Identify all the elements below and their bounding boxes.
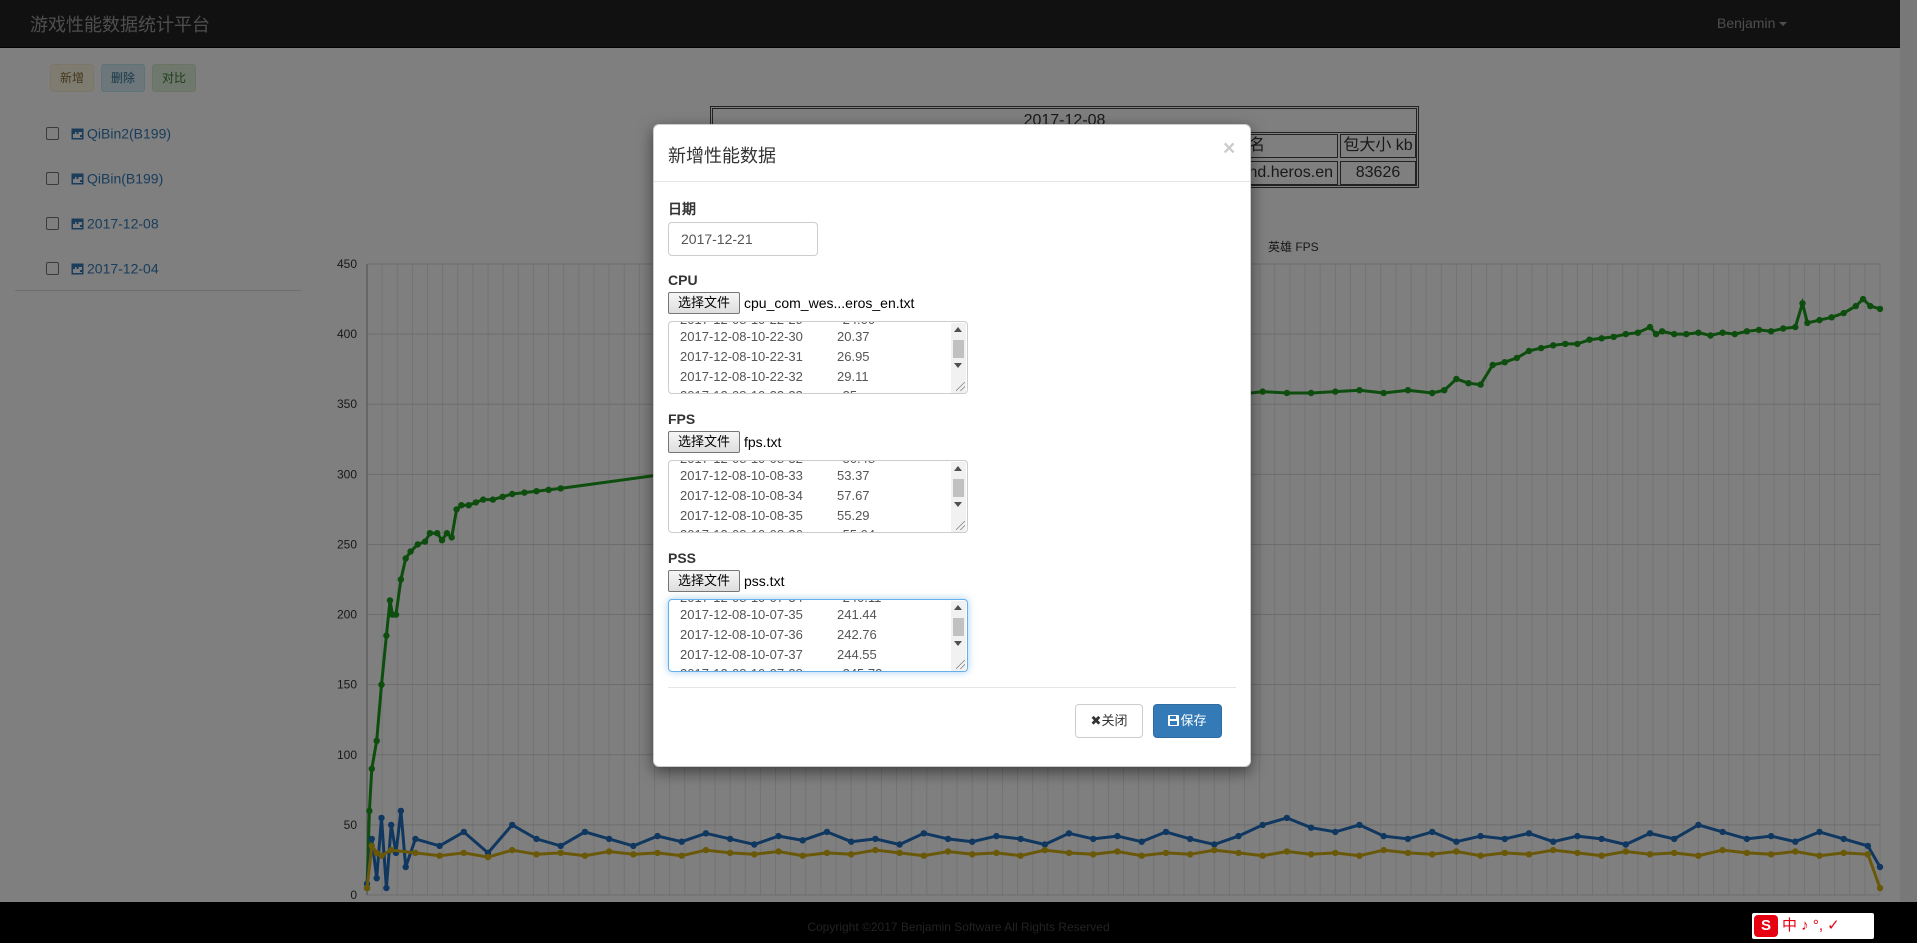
save-button-label: 保存 <box>1180 713 1207 728</box>
data-row: 2017-12-08-10-08-35 55.29 <box>680 506 870 526</box>
data-row: 2017-12-08-10-22-32 29.11 <box>680 367 869 387</box>
scroll-thumb[interactable] <box>953 340 964 358</box>
scroll-thumb[interactable] <box>953 479 964 497</box>
partial-row: 2017-12-08-10-08-36 55.04 <box>680 525 875 532</box>
cpu-choose-file-button[interactable]: 选择文件 <box>668 292 740 314</box>
close-button-label: 关闭 <box>1101 713 1128 728</box>
data-row: 2017-12-08-10-07-35 241.44 <box>680 605 877 625</box>
row-time: 2017-12-08-10-07-35 <box>680 607 803 622</box>
pss-data-textarea[interactable]: 2017-12-08-10-07-34 240.11 2017-12-08-10… <box>668 599 968 672</box>
data-row: 2017-12-08-10-08-34 57.67 <box>680 486 870 506</box>
ime-status: 中 ♪ °, ✓ <box>1782 917 1840 934</box>
data-row: 2017-12-08-10-22-30 20.37 <box>680 327 870 347</box>
fps-data-textarea[interactable]: 2017-12-08-10-08-32 50.48 2017-12-08-10-… <box>668 460 968 533</box>
data-row: 2017-12-08-10-08-33 53.37 <box>680 466 870 486</box>
date-label: 日期 <box>668 201 696 217</box>
row-value: 55.29 <box>837 508 870 523</box>
fps-label: FPS <box>668 411 696 427</box>
row-value: 53.37 <box>837 468 870 483</box>
pss-file-name: pss.txt <box>744 573 785 589</box>
floppy-disk-icon <box>1168 715 1180 726</box>
close-x-icon: ✖ <box>1090 713 1102 728</box>
row-time: 2017-12-08-10-22-31 <box>680 349 803 364</box>
date-input[interactable] <box>668 222 818 256</box>
modal-title: 新增性能数据 <box>668 146 776 166</box>
row-value: 244.55 <box>837 647 877 662</box>
row-time: 2017-12-08-10-22-32 <box>680 369 803 384</box>
data-row: 2017-12-08-10-07-36 242.76 <box>680 625 877 645</box>
cpu-data-textarea[interactable]: 2017-12-08-10-22-29 24.00 2017-12-08-10-… <box>668 321 968 394</box>
scroll-down-icon[interactable] <box>954 641 962 646</box>
close-icon[interactable]: × <box>1223 137 1235 161</box>
close-button[interactable]: ✖关闭 <box>1075 704 1143 738</box>
ime-logo: S <box>1754 915 1778 937</box>
scroll-up-icon[interactable] <box>954 327 962 332</box>
row-time: 2017-12-08-10-07-37 <box>680 647 803 662</box>
scroll-down-icon[interactable] <box>954 363 962 368</box>
partial-row: 2017-12-08-10-22-33 35 <box>680 386 857 393</box>
data-row: 2017-12-08-10-07-37 244.55 <box>680 645 877 665</box>
resize-handle-icon[interactable] <box>956 382 965 391</box>
row-time: 2017-12-08-10-22-30 <box>680 329 803 344</box>
data-row: 2017-12-08-10-22-31 26.95 <box>680 347 870 367</box>
row-time: 2017-12-08-10-07-36 <box>680 627 803 642</box>
row-value: 20.37 <box>837 329 870 344</box>
fps-file-name: fps.txt <box>744 434 782 450</box>
resize-handle-icon[interactable] <box>956 521 965 530</box>
row-value: 26.95 <box>837 349 870 364</box>
row-time: 2017-12-08-10-08-33 <box>680 468 803 483</box>
row-value: 29.11 <box>837 369 869 384</box>
partial-row: 2017-12-08-10-07-38 245.72 <box>680 664 882 671</box>
scroll-up-icon[interactable] <box>954 605 962 610</box>
add-data-modal: 新增性能数据 × 日期 CPU 选择文件 cpu_com_wes...eros_… <box>653 124 1251 767</box>
modal-header: 新增性能数据 × <box>654 125 1250 182</box>
scroll-up-icon[interactable] <box>954 466 962 471</box>
scroll-down-icon[interactable] <box>954 502 962 507</box>
row-value: 57.67 <box>837 488 870 503</box>
scroll-thumb[interactable] <box>953 618 964 636</box>
ime-toolbar[interactable]: S中 ♪ °, ✓ <box>1752 913 1874 939</box>
save-button[interactable]: 保存 <box>1153 704 1222 738</box>
row-time: 2017-12-08-10-08-34 <box>680 488 803 503</box>
resize-handle-icon[interactable] <box>956 660 965 669</box>
modal-footer <box>668 687 1236 767</box>
row-time: 2017-12-08-10-08-35 <box>680 508 803 523</box>
row-value: 241.44 <box>837 607 877 622</box>
cpu-label: CPU <box>668 272 698 288</box>
pss-choose-file-button[interactable]: 选择文件 <box>668 570 740 592</box>
pss-label: PSS <box>668 550 697 566</box>
row-value: 242.76 <box>837 627 877 642</box>
cpu-file-name: cpu_com_wes...eros_en.txt <box>744 295 915 311</box>
fps-choose-file-button[interactable]: 选择文件 <box>668 431 740 453</box>
